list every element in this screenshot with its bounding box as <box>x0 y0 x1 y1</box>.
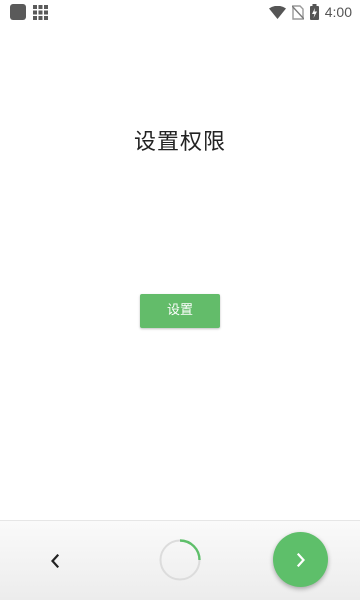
grid-icon <box>33 5 48 20</box>
next-button[interactable] <box>273 532 328 587</box>
status-bar: 4:00 <box>0 0 360 24</box>
loading-spinner-icon <box>159 539 201 581</box>
no-sim-icon <box>291 4 304 20</box>
page-title: 设置权限 <box>133 130 226 155</box>
battery-charging-icon <box>309 4 319 20</box>
chevron-right-icon <box>296 552 305 567</box>
permission-setup-screen: 4:00 设置权限 设置 <box>0 0 360 600</box>
wifi-icon <box>268 5 286 19</box>
settings-button[interactable]: 设置 <box>140 294 220 328</box>
chevron-left-icon <box>51 554 60 568</box>
back-button[interactable] <box>40 546 70 576</box>
bottom-navigation-bar <box>0 520 360 600</box>
app-square-icon <box>10 4 26 20</box>
status-time: 4:00 <box>324 4 352 20</box>
